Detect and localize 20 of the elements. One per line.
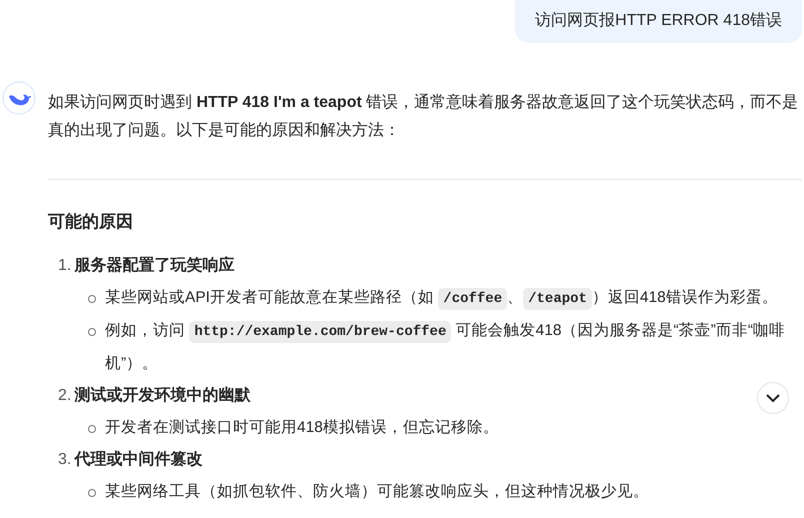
item-title: 代理或中间件篡改 bbox=[74, 450, 202, 470]
section-heading: 可能的原因 bbox=[48, 211, 134, 233]
scroll-down-button[interactable] bbox=[757, 382, 789, 414]
bullet-icon bbox=[88, 328, 96, 336]
bullet-text: 开发者在测试接口时可能用418模拟错误，但忘记移除。 bbox=[105, 418, 500, 438]
list-number: 2. bbox=[58, 386, 72, 406]
item-title: 服务器配置了玩笑响应 bbox=[74, 255, 234, 276]
bullet-text: 某些网站或API开发者可能故意在某些路径（如 /coffee 、 /teapot ）返回418错误作为彩蛋。 bbox=[105, 282, 802, 315]
bullet-text: 例如，访问 http://example.com/brew-coffee 可能会触发418（因为服务器是“茶壶”而非“咖啡机”）。 bbox=[105, 320, 786, 374]
list-number: 3. bbox=[58, 450, 72, 470]
bullet-icon bbox=[88, 489, 96, 497]
bullet-icon bbox=[88, 295, 96, 303]
bullet-icon bbox=[88, 425, 96, 433]
item-title: 测试或开发环境中的幽默 bbox=[74, 385, 250, 406]
user-message: 访问网页报HTTP ERROR 418错误 bbox=[515, 0, 802, 43]
chevron-down-icon bbox=[766, 394, 780, 402]
bullet-text: 某些网络工具（如抓包软件、防火墙）可能篡改响应头，但这种情况极少见。 bbox=[105, 482, 650, 502]
list-number: 1. bbox=[58, 256, 72, 276]
whale-avatar-icon bbox=[2, 81, 36, 115]
answer-paragraph: 如果访问网页时遇到 HTTP 418 I'm a teapot 错误，通常意味着服务器故意返回了这个玩笑状态码，而不是真的出现了问题。以下是可能的原因和解决方法： bbox=[48, 92, 800, 141]
